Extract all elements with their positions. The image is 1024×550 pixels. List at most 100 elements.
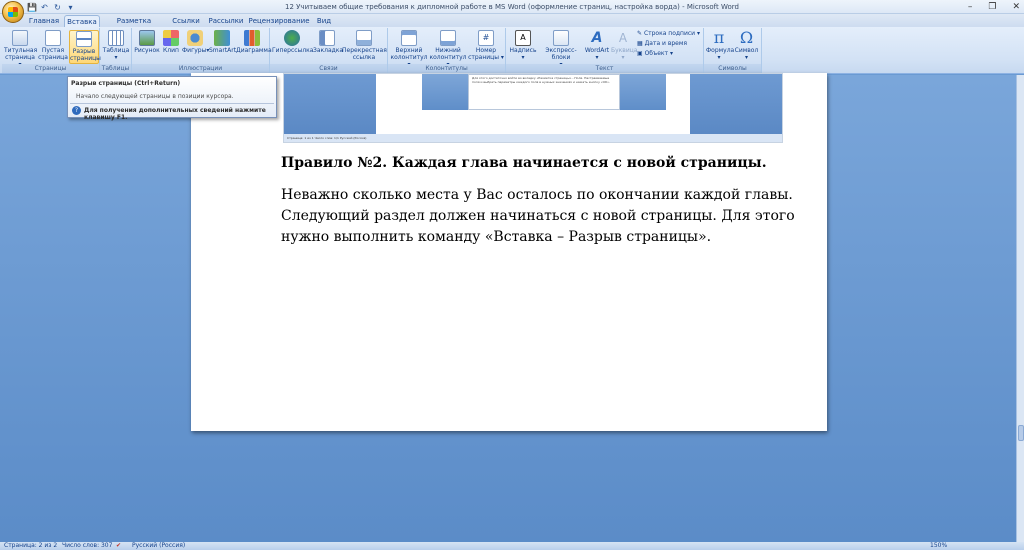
embedded-right-panel [690,74,782,136]
equation-button[interactable]: π Формула ▾ [706,30,735,62]
document-workspace: Для этого достаточно войти во вкладку «Р… [0,73,1016,542]
quick-parts-button[interactable]: Экспресс-блоки▾ [539,30,583,68]
footer-icon [440,30,456,46]
group-text: AНадпись▾ Экспресс-блоки▾ AWordArt▾ AБук… [506,28,704,73]
btn-label: Разрыв [72,48,96,55]
small-label: Строка подписи ▾ [643,30,700,37]
text-box-button[interactable]: A Надпись ▾ [508,30,538,61]
btn-label-2: ▾ [114,54,118,61]
chart-icon [244,30,260,46]
undo-icon[interactable]: ↶ [40,3,49,12]
proofing-icon[interactable]: ✔ [116,542,121,550]
blank-page-icon [45,30,61,46]
symbol-button[interactable]: Ω Символ ▾ [733,28,760,62]
drop-cap-icon: A [618,31,628,45]
btn-label-2: ▾ [595,54,599,61]
office-button[interactable] [2,1,24,23]
cross-reference-button[interactable]: Перекрестная ссылка [342,30,387,61]
signature-line-button[interactable]: ✎ Строка подписи ▾ [637,30,700,38]
btn-label: Формула [706,47,735,54]
wordart-button[interactable]: A WordArt ▾ [584,30,610,61]
btn-label-2: страница [38,54,68,61]
word-count[interactable]: Число слов: 307 [62,542,112,550]
table-button[interactable]: Таблица ▾ [102,30,130,61]
page-break-icon [76,31,92,47]
vertical-scrollbar[interactable] [1016,75,1024,542]
tab-references[interactable]: Ссылки [168,15,204,27]
minimize-button[interactable]: – [968,0,973,14]
tooltip-description: Начало следующей страницы в позиции курс… [76,93,234,100]
object-button[interactable]: ▣ Объект ▾ [637,50,673,58]
window-controls: – ❐ ✕ [968,0,1020,14]
office-logo-icon [8,7,18,17]
page-break-tooltip: Разрыв страницы (Ctrl+Return) Начало сле… [67,76,277,121]
tooltip-divider [70,103,274,104]
cross-reference-icon [356,30,372,46]
quick-access-toolbar: 💾 ↶ ↻ ▾ [27,1,75,13]
header-button[interactable]: Верхнийколонтитул ▾ [390,30,428,68]
embedded-screenshot: Для этого достаточно войти во вкладку «Р… [283,73,783,143]
btn-label: Гиперссылка [272,47,314,54]
group-label: Текст [506,64,703,73]
customize-qat-icon[interactable]: ▾ [66,3,75,12]
document-page[interactable]: Для этого достаточно войти во вкладку «Р… [191,73,827,431]
page-count[interactable]: Страница: 2 из 2 [4,542,57,550]
btn-label: Титульная [4,47,38,54]
blank-page-button[interactable]: Пустая страница [38,30,68,61]
picture-button[interactable]: Рисунок [134,30,160,54]
tab-view[interactable]: Вид [312,15,336,27]
language-status[interactable]: Русский (Россия) [132,542,185,550]
btn-label-2: ссылка [352,54,376,61]
tab-insert[interactable]: Вставка [64,15,100,27]
group-header-footer: Верхнийколонтитул ▾ Нижнийколонтитул ▾ #… [388,28,506,73]
close-button[interactable]: ✕ [1012,0,1020,14]
btn-label: Клип [163,47,179,54]
embedded-left-panel [284,74,376,136]
btn-label: Пустая [41,47,65,54]
help-icon: ? [72,106,81,115]
object-icon: ▣ [637,50,645,57]
btn-label-2: ▾ [717,54,721,61]
redo-icon[interactable]: ↻ [53,3,62,12]
maximize-button[interactable]: ❐ [988,0,996,14]
btn-label: Рисунок [134,47,160,54]
cover-page-button[interactable]: Титульнаястраница ▾ [4,30,38,68]
tab-page-layout[interactable]: Разметка страницы [102,15,166,37]
zoom-level[interactable]: 150% [930,542,947,550]
save-icon[interactable]: 💾 [27,3,37,12]
cover-page-icon [12,30,28,46]
ribbon: Титульнаястраница ▾ Пустаястраница Разры… [0,27,1024,74]
chart-button[interactable]: Диаграмма [236,30,272,54]
tab-review[interactable]: Рецензирование [248,15,310,27]
drop-cap-button[interactable]: A Буквица ▾ [611,30,638,61]
date-time-button[interactable]: ▦ Дата и время [637,40,687,48]
quick-parts-icon [553,30,569,46]
page-number-button[interactable]: # Номер страницы ▾ [468,30,504,61]
btn-label-2: ▾ [521,54,525,61]
page-break-button[interactable]: Разрыв страницы [69,30,101,64]
tab-home[interactable]: Главная [26,15,62,27]
signature-icon: ✎ [637,30,644,37]
tooltip-title: Разрыв страницы (Ctrl+Return) [71,80,181,87]
title-bar: 12 Учитываем общие требования к дипломно… [0,0,1024,14]
btn-label: WordArt [584,47,610,54]
btn-label: Нижний [435,47,461,54]
table-icon [108,30,124,46]
group-illustrations: Рисунок Клип Фигуры▾ SmartArt Диаграмма … [132,28,272,73]
clip-button[interactable]: Клип [161,30,181,54]
scrollbar-thumb[interactable] [1018,425,1024,441]
embedded-statusbar: Страница: 1 из 1 Число слов: 1/1 Русский… [284,134,782,142]
window-title: 12 Учитываем общие требования к дипломно… [285,3,739,11]
omega-icon: Ω [739,28,754,47]
bookmark-button[interactable]: Закладка [313,30,343,54]
group-links: Гиперссылка Закладка Перекрестная ссылка … [270,28,388,73]
btn-label-2: страницы ▾ [468,54,504,61]
hyperlink-button[interactable]: Гиперссылка [272,30,314,54]
calendar-icon: ▦ [637,40,645,47]
shapes-button[interactable]: Фигуры▾ [182,30,209,54]
btn-label: Диаграмма [236,47,272,54]
footer-button[interactable]: Нижнийколонтитул ▾ [429,30,467,68]
embedded-page-text: Для этого достаточно войти во вкладку «Р… [468,74,620,110]
tab-mailings[interactable]: Рассылки [206,15,246,27]
smartart-button[interactable]: SmartArt [209,30,236,54]
